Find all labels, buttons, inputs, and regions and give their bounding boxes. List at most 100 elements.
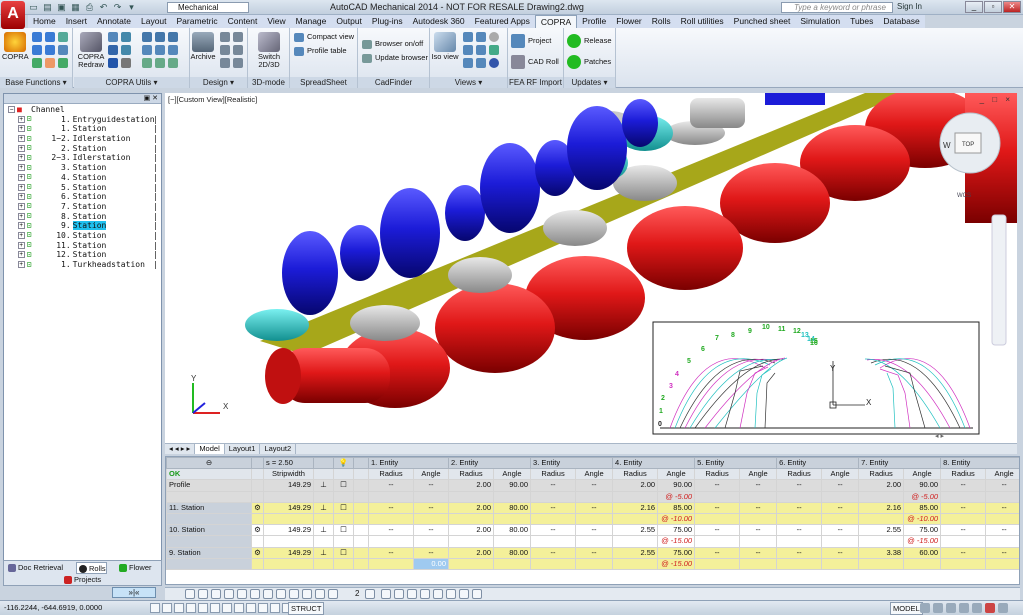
grid-cell[interactable]: -- [940, 546, 987, 559]
grid-cell[interactable] [612, 557, 659, 570]
grid-cell[interactable]: 90.00 [903, 479, 942, 492]
grid-cell[interactable] [493, 557, 532, 570]
grid-cell[interactable]: -- [530, 479, 577, 492]
gear-icon[interactable]: ⚙ [251, 546, 264, 559]
grid-cell[interactable]: -- [412, 524, 450, 537]
grid-cell[interactable]: @ -10.00 [903, 512, 942, 526]
flip-icon[interactable]: ⊥ [313, 524, 334, 537]
sort-icon[interactable] [302, 589, 312, 599]
grid-cell[interactable] [776, 512, 823, 526]
row-checkbox[interactable]: ☐ [333, 479, 354, 492]
grid-cell[interactable] [858, 490, 905, 503]
tab-manage[interactable]: Manage [291, 15, 332, 28]
navigation-bar[interactable] [991, 214, 1007, 346]
grid-cell[interactable] [493, 490, 532, 503]
entity-header[interactable]: 2. Entity [448, 457, 532, 470]
tree-item[interactable]: + ⊡ 5. Station | [8, 183, 161, 193]
tab-insert[interactable]: Insert [61, 15, 92, 28]
tool-icon[interactable] [155, 32, 165, 42]
grid-cell[interactable]: 75.00 [657, 524, 696, 537]
grid-cell[interactable] [263, 557, 314, 570]
grid-cell[interactable] [353, 557, 369, 570]
grid-cell[interactable]: 2.55 [612, 546, 659, 559]
tpy-icon[interactable] [258, 603, 268, 613]
gear-icon[interactable]: ⚙ [251, 501, 264, 514]
grid-cell[interactable] [251, 490, 264, 503]
tool-icon[interactable] [394, 589, 404, 599]
hardware-icon[interactable] [972, 603, 982, 613]
table-row[interactable]: 11. Station ⚙ 149.29 ⊥ ☐ -- -- 2.00 80.00 -- -- 2.1… [166, 501, 1019, 514]
table-row[interactable]: 10. Station ⚙ 149.29 ⊥ ☐ -- -- 2.00 80.00 -- -- 2.5… [166, 524, 1019, 537]
tab-profile[interactable]: Profile [577, 15, 611, 28]
tool-icon[interactable] [121, 58, 131, 68]
expand-icon[interactable]: + [17, 115, 25, 123]
grid-cell[interactable]: -- [575, 479, 614, 492]
tool-icon[interactable] [472, 589, 482, 599]
grid-cell[interactable] [333, 557, 354, 570]
grid-cell[interactable] [368, 490, 414, 503]
table-row[interactable]: 9. Station ⚙ 149.29 ⊥ ☐ -- -- 2.00 80.00 -- -- 2.55… [166, 546, 1019, 559]
grid-cell[interactable] [821, 557, 860, 570]
table-subrow[interactable]: 0.00 @ -15.00 [166, 557, 1019, 570]
expand-icon[interactable]: + [17, 222, 25, 230]
tool-icon[interactable] [108, 45, 118, 55]
polar-icon[interactable] [186, 603, 196, 613]
tool-icon[interactable] [155, 45, 165, 55]
expand-icon[interactable]: − [8, 106, 15, 113]
grid-cell[interactable]: 2.00 [448, 479, 495, 492]
lwt-icon[interactable] [246, 603, 256, 613]
dropdown-icon[interactable]: ▾ [126, 2, 137, 13]
info-icon[interactable] [108, 58, 118, 68]
grid-cell[interactable] [739, 512, 778, 526]
grid-cell[interactable] [313, 490, 334, 503]
table-subrow[interactable]: @ -10.00 @ -10.00 [166, 512, 1019, 526]
grid-cell[interactable]: 2.00 [448, 524, 495, 537]
arrow-left-icon[interactable] [32, 45, 42, 55]
row-name[interactable]: Profile [166, 479, 252, 492]
tree-item[interactable]: + ⊡ 2−3. Idlerstation | [8, 153, 161, 163]
model-viewport[interactable]: Y X TOP W WCS Y X 0 1 2 3 4 5 6 7 8 9 10… [165, 93, 1017, 443]
tool-icon[interactable] [407, 589, 417, 599]
grid-cell[interactable]: -- [412, 479, 450, 492]
tool-icon[interactable] [420, 589, 430, 599]
expand-icon[interactable]: + [17, 144, 25, 152]
zoom-icon[interactable] [476, 32, 486, 42]
grid-cell[interactable] [448, 512, 495, 526]
edit-icon[interactable] [45, 58, 55, 68]
tree-item[interactable]: + ⊡ 11. Station | [8, 241, 161, 251]
tab-punched-sheet[interactable]: Punched sheet [729, 15, 796, 28]
undo-icon[interactable] [185, 589, 195, 599]
grid-cell[interactable] [493, 535, 532, 548]
expand-icon[interactable]: + [17, 135, 25, 143]
entity-header[interactable]: 7. Entity [858, 457, 942, 470]
row-checkbox[interactable]: ☐ [333, 524, 354, 537]
grid-cell[interactable] [251, 512, 264, 526]
entity-header[interactable]: 8. Entity [940, 457, 1019, 470]
panel-title[interactable]: Updates ▾ [564, 77, 615, 88]
cut-icon[interactable] [250, 589, 260, 599]
grid-cell[interactable]: -- [821, 524, 860, 537]
grid-cell[interactable]: 3.38 [858, 546, 905, 559]
zoom-icon[interactable] [476, 58, 486, 68]
tool-icon[interactable] [233, 32, 243, 42]
tool-icon[interactable] [168, 45, 178, 55]
view-icon[interactable] [489, 45, 499, 55]
snap-icon[interactable] [150, 603, 160, 613]
calc-icon[interactable] [328, 589, 338, 599]
update-browser-button[interactable]: Update browser [362, 53, 428, 63]
grid-cell[interactable] [903, 557, 942, 570]
grid-cell[interactable]: -- [412, 546, 450, 559]
move-up-icon[interactable] [276, 589, 286, 599]
compact-view-button[interactable]: Compact view [294, 32, 354, 42]
grid-cell[interactable] [530, 512, 577, 526]
grid-icon[interactable] [162, 603, 172, 613]
grid-cell[interactable]: @ -15.00 [903, 535, 942, 548]
tree-item[interactable]: + ⊡ 1. Station | [8, 124, 161, 134]
gear-icon[interactable]: ⚙ [251, 524, 264, 537]
panel-title[interactable]: COPRA Utils ▾ [74, 77, 189, 88]
expand-icon[interactable]: + [17, 251, 25, 259]
release-button[interactable]: Release [567, 34, 612, 48]
grid-cell[interactable] [166, 490, 252, 503]
copy-icon[interactable] [58, 45, 68, 55]
grid-cell[interactable]: 75.00 [903, 524, 942, 537]
